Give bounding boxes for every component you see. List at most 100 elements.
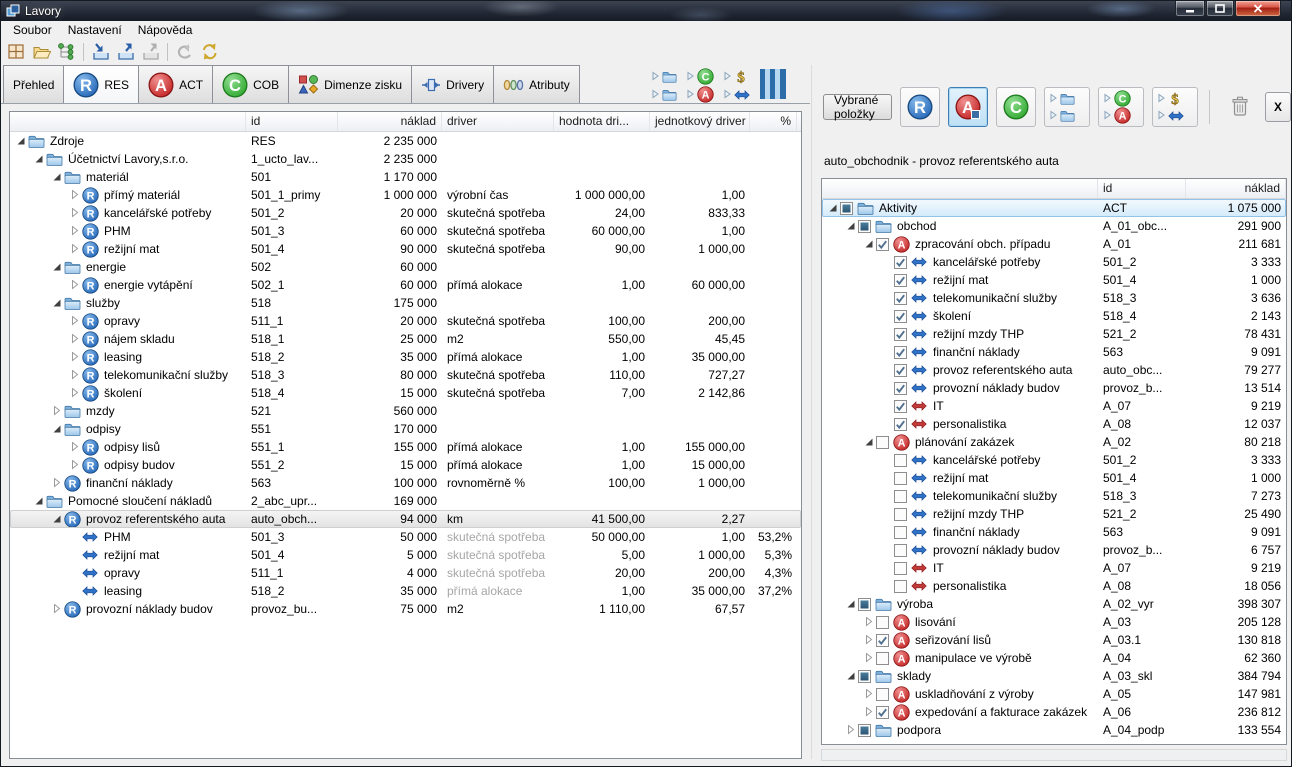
- activity-row[interactable]: Azpracování obch. případuA_01211 681: [822, 235, 1286, 253]
- row-checkbox-unchecked[interactable]: [876, 688, 893, 701]
- minimize-button[interactable]: [1175, 1, 1205, 17]
- cob-act-pair-button[interactable]: CA: [1098, 87, 1144, 127]
- hierarchy-icon[interactable]: [54, 41, 79, 63]
- tree-expander[interactable]: [826, 203, 840, 213]
- activity-row[interactable]: Aplánování zakázekA_0280 218: [822, 433, 1286, 451]
- resource-row[interactable]: Rrežijní mat501_490 000skutečná spotřeba…: [10, 240, 801, 258]
- column-header-pct[interactable]: %: [750, 112, 797, 131]
- resource-row[interactable]: PHM501_350 000skutečná spotřeba50 000,00…: [10, 528, 801, 546]
- resource-row[interactable]: Pomocné sloučení nákladů2_abc_upr...169 …: [10, 492, 801, 510]
- row-checkbox-checked[interactable]: [876, 238, 893, 251]
- tree-expander[interactable]: [68, 244, 82, 254]
- row-checkbox-checked[interactable]: [894, 400, 911, 413]
- tree-expander[interactable]: [32, 496, 46, 506]
- activity-row[interactable]: výrobaA_02_vyr398 307: [822, 595, 1286, 613]
- activity-row[interactable]: provozní náklady budovprovoz_b...6 757: [822, 541, 1286, 559]
- activity-row[interactable]: finanční náklady5639 091: [822, 343, 1286, 361]
- row-checkbox-checked[interactable]: [894, 274, 911, 287]
- tree-expander[interactable]: [68, 388, 82, 398]
- refresh-icon[interactable]: [197, 41, 222, 63]
- activity-row[interactable]: režijní mat501_41 000: [822, 271, 1286, 289]
- row-checkbox-partial[interactable]: [858, 598, 875, 611]
- row-checkbox-partial[interactable]: [858, 220, 875, 233]
- tree-expander[interactable]: [68, 316, 82, 326]
- resource-row[interactable]: leasing518_235 000přímá alokace1,0035 00…: [10, 582, 801, 600]
- column-browser-icon[interactable]: [760, 69, 786, 102]
- close-button[interactable]: [1235, 1, 1281, 17]
- tree-expander[interactable]: [50, 298, 64, 308]
- resource-row[interactable]: mzdy521560 000: [10, 402, 801, 420]
- resource-row[interactable]: Renergie vytápění502_160 000přímá alokac…: [10, 276, 801, 294]
- tree-expander[interactable]: [68, 280, 82, 290]
- resource-row[interactable]: služby518175 000: [10, 294, 801, 312]
- tab-dimenzezisku[interactable]: Dimenze zisku: [288, 65, 412, 103]
- row-checkbox-checked[interactable]: [894, 364, 911, 377]
- activity-row[interactable]: školení518_42 143: [822, 307, 1286, 325]
- column-header-naklad[interactable]: náklad: [338, 112, 442, 131]
- resource-row[interactable]: Rodpisy budov551_215 000přímá alokace1,0…: [10, 456, 801, 474]
- overview-grid-icon[interactable]: [4, 41, 29, 63]
- row-checkbox-unchecked[interactable]: [894, 562, 911, 575]
- tree-expander[interactable]: [862, 635, 876, 645]
- tree-expander[interactable]: [844, 599, 858, 609]
- resource-row[interactable]: RPHM501_360 000skutečná spotřeba60 000,0…: [10, 222, 801, 240]
- activity-row[interactable]: režijní mzdy THP521_278 431: [822, 325, 1286, 343]
- tree-expander[interactable]: [68, 352, 82, 362]
- row-checkbox-checked[interactable]: [894, 328, 911, 341]
- resource-row[interactable]: Rkancelářské potřeby501_220 000skutečná …: [10, 204, 801, 222]
- activity-row[interactable]: personalistikaA_0818 056: [822, 577, 1286, 595]
- column-header-jednotkovy[interactable]: jednotkový driver: [650, 112, 750, 131]
- tree-expander[interactable]: [68, 334, 82, 344]
- maximize-button[interactable]: [1206, 1, 1234, 17]
- menu-napoveda[interactable]: Nápověda: [130, 22, 201, 38]
- activity-row[interactable]: ITA_079 219: [822, 559, 1286, 577]
- tree-expander[interactable]: [862, 653, 876, 663]
- activity-row[interactable]: AktivityACT1 075 000: [822, 199, 1286, 217]
- row-checkbox-checked[interactable]: [894, 346, 911, 359]
- cob-filter-button[interactable]: C: [996, 87, 1036, 127]
- tree-expander[interactable]: [50, 604, 64, 614]
- activity-row[interactable]: provozní náklady budovprovoz_b...13 514: [822, 379, 1286, 397]
- resource-row[interactable]: Rodpisy lisů551_1155 000přímá alokace1,0…: [10, 438, 801, 456]
- row-checkbox-unchecked[interactable]: [876, 616, 893, 629]
- tree-expander[interactable]: [68, 208, 82, 218]
- row-checkbox-unchecked[interactable]: [876, 652, 893, 665]
- row-checkbox-partial[interactable]: [858, 670, 875, 683]
- import-icon[interactable]: [88, 41, 113, 63]
- row-checkbox-unchecked[interactable]: [894, 472, 911, 485]
- column-header-driver[interactable]: driver: [442, 112, 554, 131]
- column-header-name[interactable]: [822, 179, 1098, 198]
- tree-expander[interactable]: [844, 221, 858, 231]
- tree-expander[interactable]: [32, 154, 46, 164]
- quick-cost-links-button[interactable]: $: [724, 69, 750, 102]
- export-icon[interactable]: [113, 41, 138, 63]
- row-checkbox-unchecked[interactable]: [894, 544, 911, 557]
- row-checkbox-checked[interactable]: [894, 382, 911, 395]
- tree-expander[interactable]: [862, 707, 876, 717]
- res-filter-button[interactable]: R: [900, 87, 940, 127]
- tree-expander[interactable]: [862, 689, 876, 699]
- activity-row[interactable]: kancelářské potřeby501_23 333: [822, 253, 1286, 271]
- tree-expander[interactable]: [50, 262, 64, 272]
- column-header-id[interactable]: id: [246, 112, 338, 131]
- resource-row[interactable]: Rprovozní náklady budovprovoz_bu...75 00…: [10, 600, 801, 618]
- activity-row[interactable]: obchodA_01_obc...291 900: [822, 217, 1286, 235]
- tree-expander[interactable]: [844, 725, 858, 735]
- row-checkbox-unchecked[interactable]: [894, 490, 911, 503]
- row-checkbox-checked[interactable]: [894, 418, 911, 431]
- row-checkbox-unchecked[interactable]: [876, 436, 893, 449]
- row-checkbox-checked[interactable]: [894, 310, 911, 323]
- resource-row[interactable]: režijní mat501_45 000skutečná spotřeba5,…: [10, 546, 801, 564]
- resource-row[interactable]: Účetnictví Lavory,s.r.o.1_ucto_lav...2 2…: [10, 150, 801, 168]
- cost-links-pair-button[interactable]: $: [1152, 87, 1198, 127]
- activity-row[interactable]: Auskladňování z výrobyA_05147 981: [822, 685, 1286, 703]
- activity-row[interactable]: AlisováníA_03205 128: [822, 613, 1286, 631]
- column-header-id[interactable]: id: [1098, 179, 1186, 198]
- activity-row[interactable]: podporaA_04_podp133 554: [822, 721, 1286, 739]
- tree-expander[interactable]: [862, 617, 876, 627]
- column-header-hodnota[interactable]: hodnota dri...: [554, 112, 650, 131]
- tree-expander[interactable]: [14, 136, 28, 146]
- tab-act[interactable]: AACT: [138, 65, 213, 103]
- activity-row[interactable]: režijní mzdy THP521_225 490: [822, 505, 1286, 523]
- tree-expander[interactable]: [68, 460, 82, 470]
